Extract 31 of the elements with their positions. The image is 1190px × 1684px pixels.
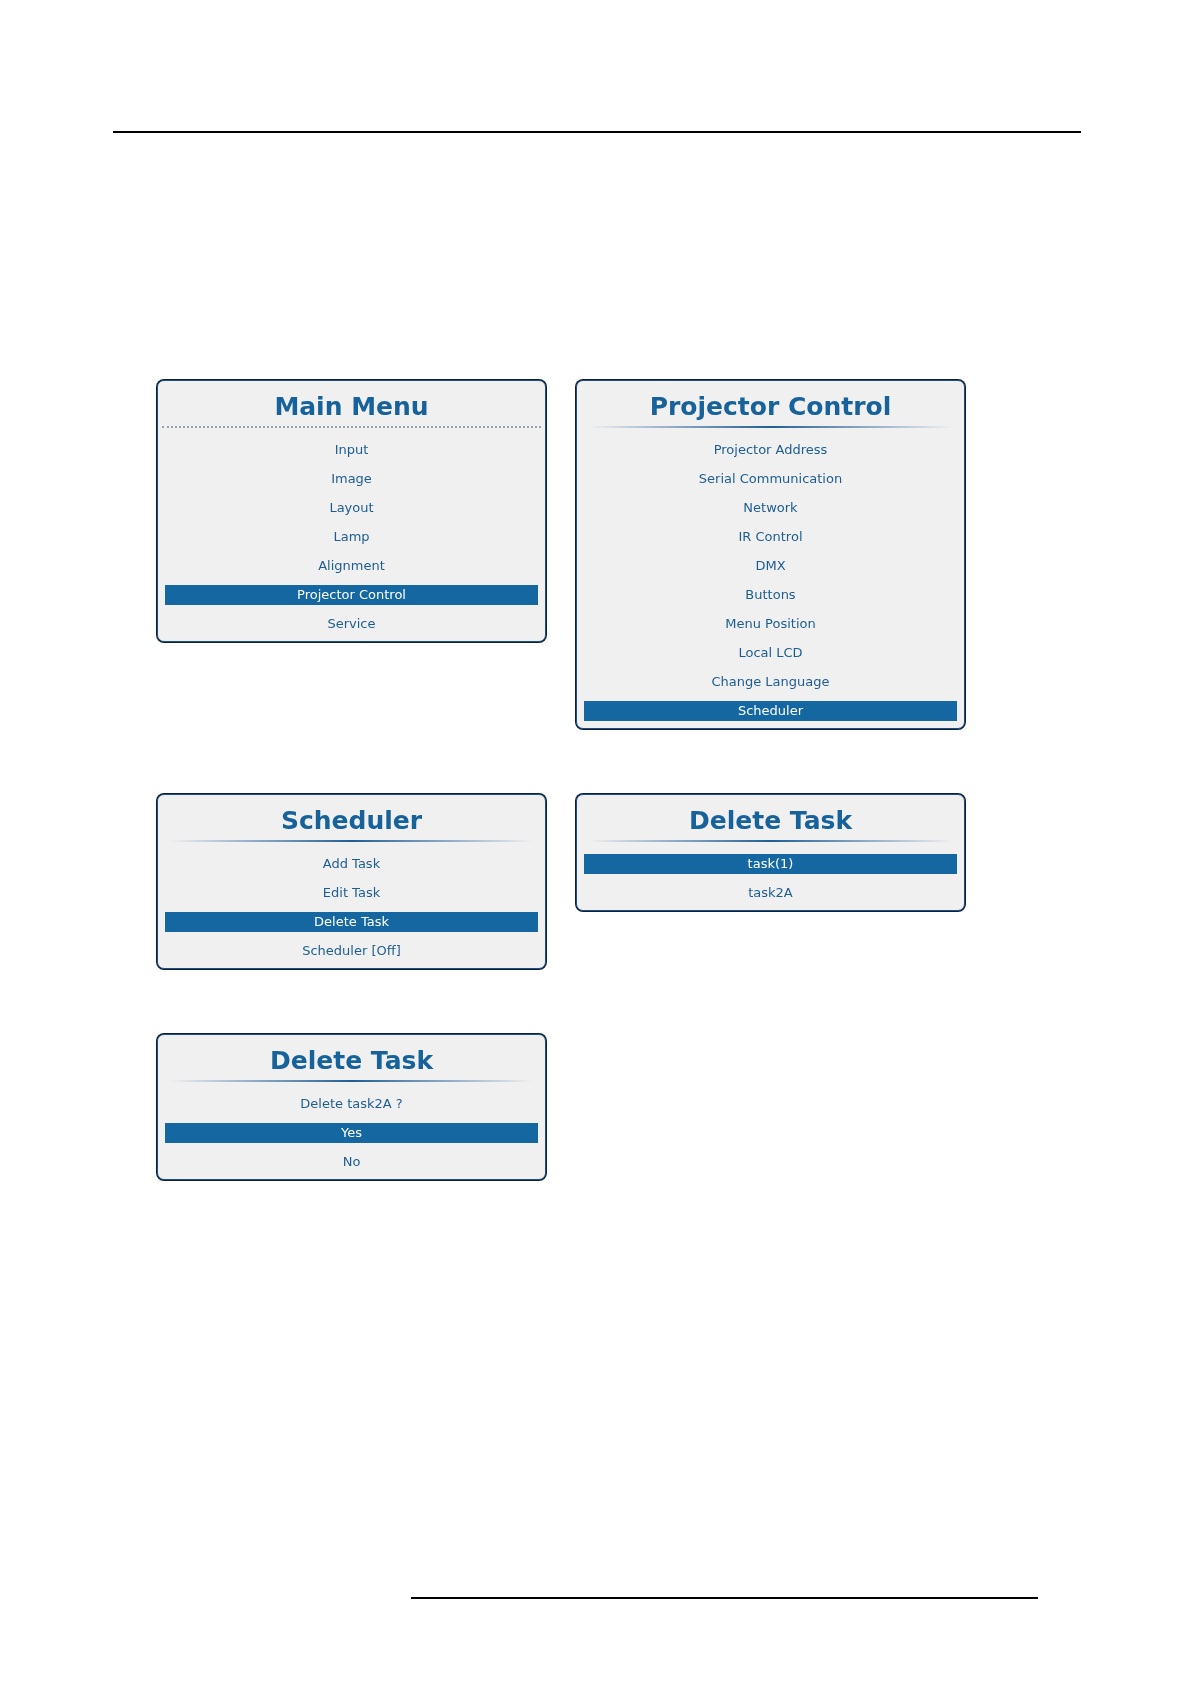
menu-title: Delete Task	[269, 1045, 434, 1077]
menu-item[interactable]: task2A	[584, 883, 957, 903]
menu-item[interactable]: Buttons	[584, 585, 957, 605]
menu-item[interactable]: Projector Address	[584, 440, 957, 460]
menu-item[interactable]: Projector Control	[165, 585, 538, 605]
menu-item[interactable]: Serial Communication	[584, 469, 957, 489]
menu-item[interactable]: DMX	[584, 556, 957, 576]
menu-item[interactable]: No	[165, 1152, 538, 1172]
menu-title: Scheduler	[280, 805, 423, 837]
menu-item[interactable]: Scheduler	[584, 701, 957, 721]
menu-item[interactable]: Local LCD	[584, 643, 957, 663]
menu-item[interactable]: Image	[165, 469, 538, 489]
menu-item[interactable]: Scheduler [Off]	[165, 941, 538, 961]
menu-item[interactable]: Delete Task	[165, 912, 538, 932]
menu-item[interactable]: Service	[165, 614, 538, 634]
menu-item[interactable]: Alignment	[165, 556, 538, 576]
menu-item[interactable]: Network	[584, 498, 957, 518]
menu-item[interactable]: Yes	[165, 1123, 538, 1143]
menu-item[interactable]: Edit Task	[165, 883, 538, 903]
menu-item[interactable]: Layout	[165, 498, 538, 518]
menu-title: Main Menu	[274, 391, 429, 423]
menu-item[interactable]: task(1)	[584, 854, 957, 874]
menu-title: Projector Control	[649, 391, 892, 423]
prompt-text: Delete task2A ?	[300, 1095, 403, 1113]
menu-title: Delete Task	[688, 805, 853, 837]
menu-item[interactable]: Lamp	[165, 527, 538, 547]
menu-item[interactable]: Add Task	[165, 854, 538, 874]
menu-item[interactable]: Change Language	[584, 672, 957, 692]
menu-item[interactable]: Input	[165, 440, 538, 460]
menu-item[interactable]: IR Control	[584, 527, 957, 547]
menu-item[interactable]: Menu Position	[584, 614, 957, 634]
